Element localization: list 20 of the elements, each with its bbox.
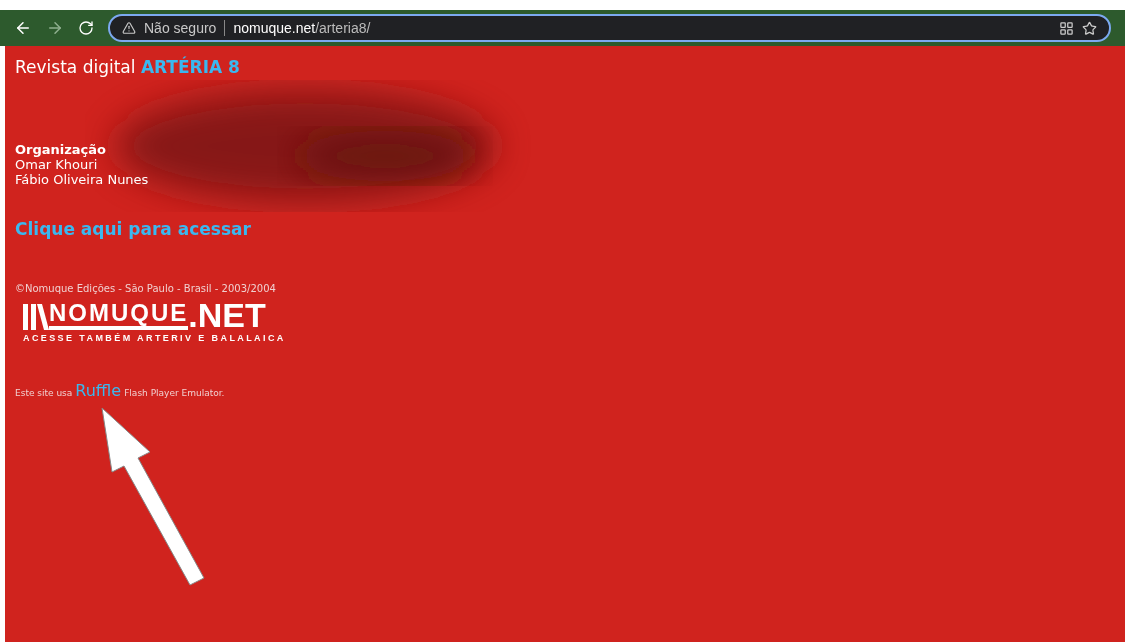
logo-mark-icon: [23, 301, 49, 330]
forward-icon[interactable]: [46, 19, 64, 37]
logo-suffix: .NET: [188, 299, 266, 330]
ruffle-note-text: Flash Player Emulator.: [124, 387, 225, 400]
organizer-name: Fábio Oliveira Nunes: [15, 172, 149, 187]
logo-tagline: ACESSE TAMBÉM ARTERIV E BALALAICA: [23, 331, 286, 345]
back-icon[interactable]: [14, 19, 32, 37]
bookmark-star-icon[interactable]: [1082, 20, 1097, 36]
organization-heading: Organização: [15, 142, 106, 157]
copyright-text: ©Nomuque Edições - São Paulo - Brasil - 2003/2004: [15, 281, 276, 296]
page-title: Revista digital ARTÉRIA 8: [15, 56, 240, 78]
warning-icon: [122, 21, 136, 35]
organizer-name: Omar Khouri: [15, 157, 98, 172]
security-label[interactable]: Não seguro: [144, 17, 217, 39]
logo-name: NOMUQUE: [49, 299, 189, 330]
reload-icon[interactable]: [78, 20, 94, 36]
apps-icon[interactable]: [1059, 20, 1074, 36]
url-text[interactable]: nomuque.net/arteria8/: [233, 17, 371, 39]
ruffle-note-text: Este site usa: [15, 387, 73, 400]
address-bar[interactable]: Não seguro nomuque.net/arteria8/: [108, 14, 1111, 42]
